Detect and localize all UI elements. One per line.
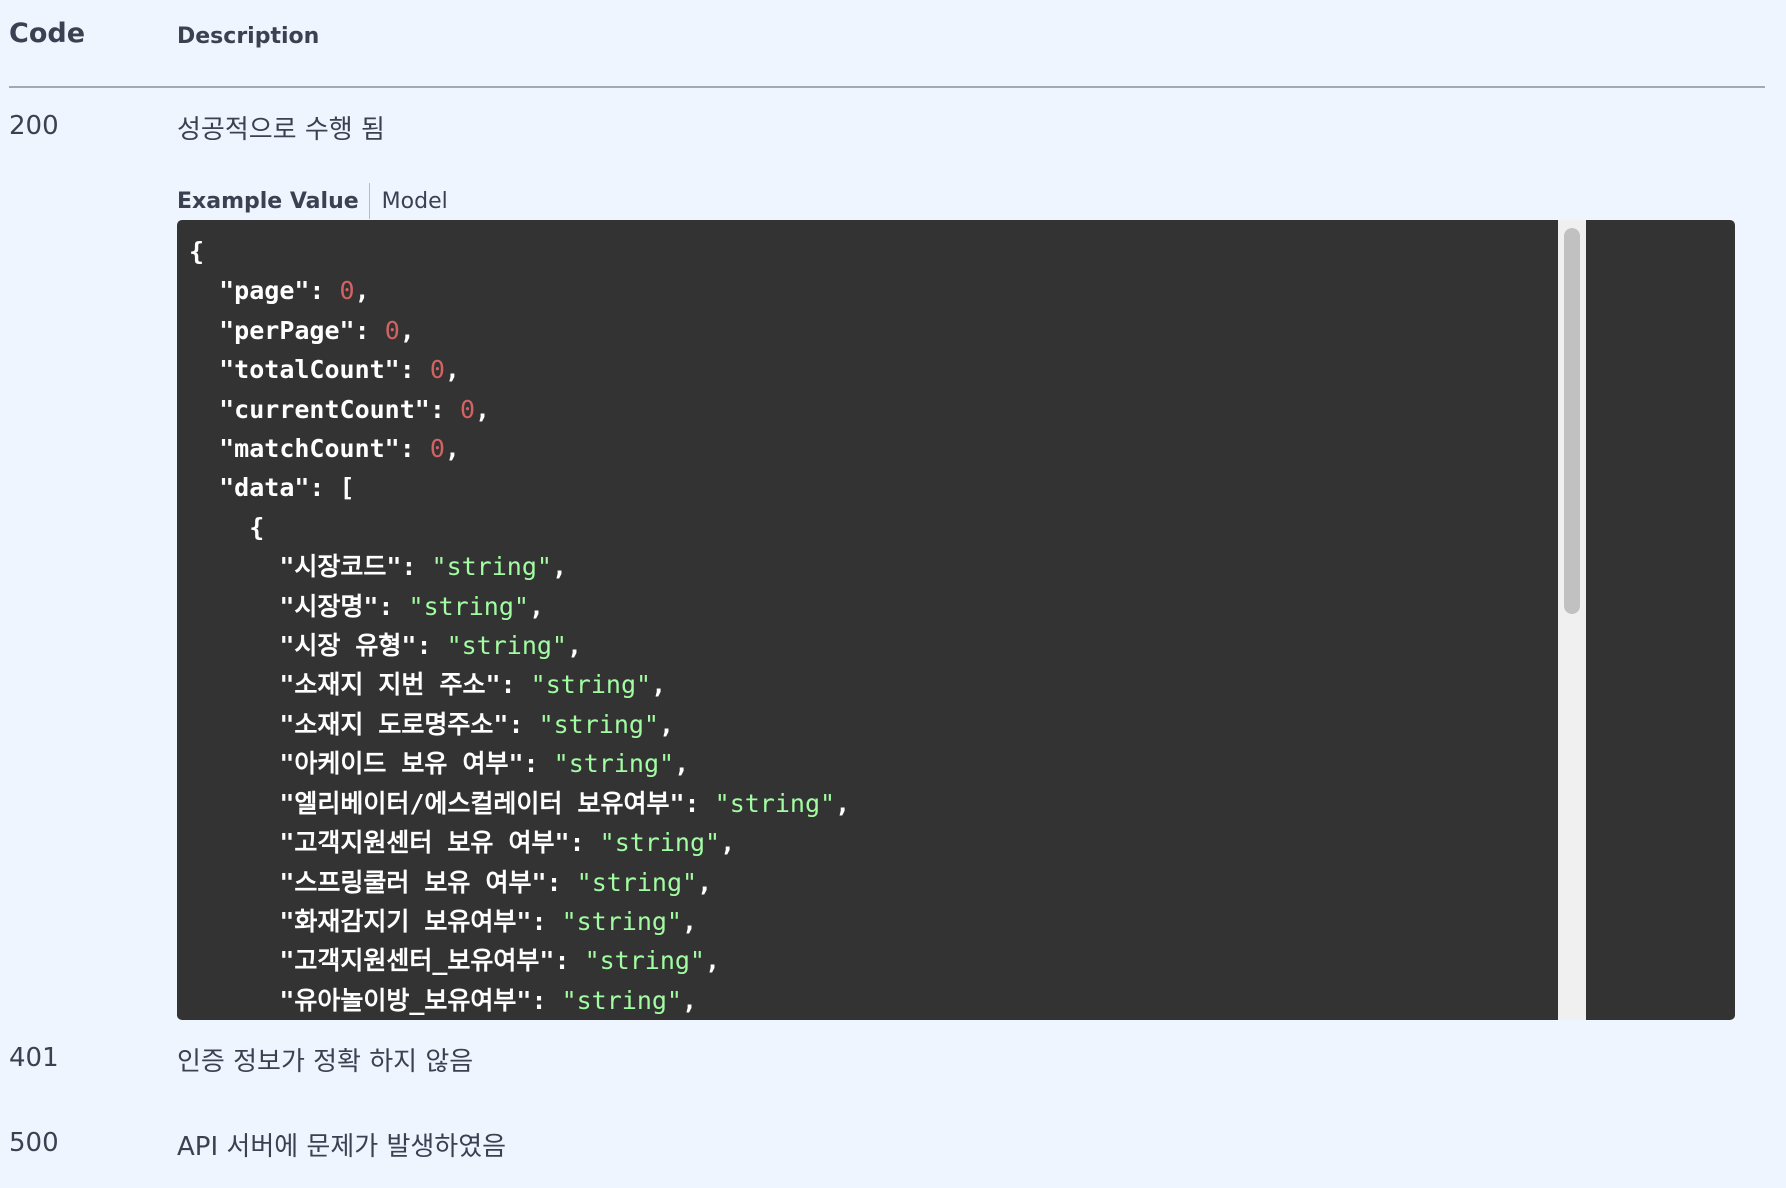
json-string: "string" — [561, 906, 682, 936]
json-key: "data" — [219, 473, 310, 503]
json-key: "시장명" — [279, 591, 379, 621]
json-key: "perPage" — [219, 315, 355, 345]
json-key: "스프링쿨러 보유 여부" — [279, 867, 547, 897]
json-key: "아케이드 보유 여부" — [279, 749, 524, 779]
json-array-open: [ — [339, 473, 355, 503]
example-json: { "page": 0, "perPage": 0, "totalCount":… — [189, 237, 851, 1015]
json-key: "matchCount" — [219, 434, 400, 464]
json-key: "화재감지기 보유여부" — [279, 906, 532, 936]
json-key: "유아놀이방_보유여부" — [279, 985, 532, 1015]
json-string: "string" — [530, 670, 652, 700]
json-key: "고객지원센터_보유여부" — [279, 946, 555, 976]
json-string: "string" — [538, 709, 659, 739]
json-open-brace: { — [189, 237, 205, 266]
header-divider — [9, 86, 1765, 88]
json-string: "string" — [431, 552, 552, 582]
json-string: "string" — [553, 749, 675, 779]
response-code-401: 401 — [9, 1043, 59, 1073]
response-description-401: 인증 정보가 정확 하지 않음 — [177, 1047, 474, 1077]
json-number: 0 — [339, 276, 355, 306]
json-string: "string" — [408, 591, 529, 621]
code-column-header: Code — [9, 18, 86, 49]
json-key: "page" — [219, 276, 310, 306]
tab-model[interactable]: Model — [382, 189, 458, 214]
response-description-200: 성공적으로 수행 됨 — [177, 115, 385, 145]
json-key: "소재지 지번 주소" — [279, 670, 501, 700]
json-number: 0 — [429, 355, 445, 385]
response-code-500: 500 — [9, 1128, 59, 1158]
tab-example-value[interactable]: Example Value — [177, 189, 369, 214]
json-object-open: { — [249, 512, 265, 542]
response-code-200: 200 — [9, 111, 59, 141]
json-key: "엘리베이터/에스컬레이터 보유여부" — [279, 788, 685, 818]
json-string: "string" — [714, 788, 836, 818]
json-key: "totalCount" — [219, 355, 400, 385]
json-string: "string" — [584, 946, 705, 976]
description-column-header: Description — [177, 24, 320, 49]
json-key: "시장 유형" — [279, 631, 417, 661]
json-key: "소재지 도로명주소" — [279, 709, 509, 739]
json-string: "string" — [446, 631, 567, 661]
json-number: 0 — [429, 434, 445, 464]
response-description-500: API 서버에 문제가 발생하였음 — [177, 1132, 507, 1162]
json-string: "string" — [576, 867, 698, 897]
json-key: "고객지원센터 보유 여부" — [279, 828, 570, 858]
example-tabs: Example Value Model — [177, 183, 458, 219]
json-number: 0 — [459, 394, 475, 424]
tab-separator — [368, 183, 370, 219]
json-key: "시장코드" — [279, 552, 402, 582]
json-number: 0 — [384, 315, 400, 345]
json-string: "string" — [599, 828, 721, 858]
codebox-scrollbar-thumb[interactable] — [1564, 228, 1580, 614]
json-string: "string" — [561, 985, 682, 1015]
example-value-codebox[interactable]: { "page": 0, "perPage": 0, "totalCount":… — [177, 220, 1735, 1020]
json-key: "currentCount" — [219, 394, 430, 424]
